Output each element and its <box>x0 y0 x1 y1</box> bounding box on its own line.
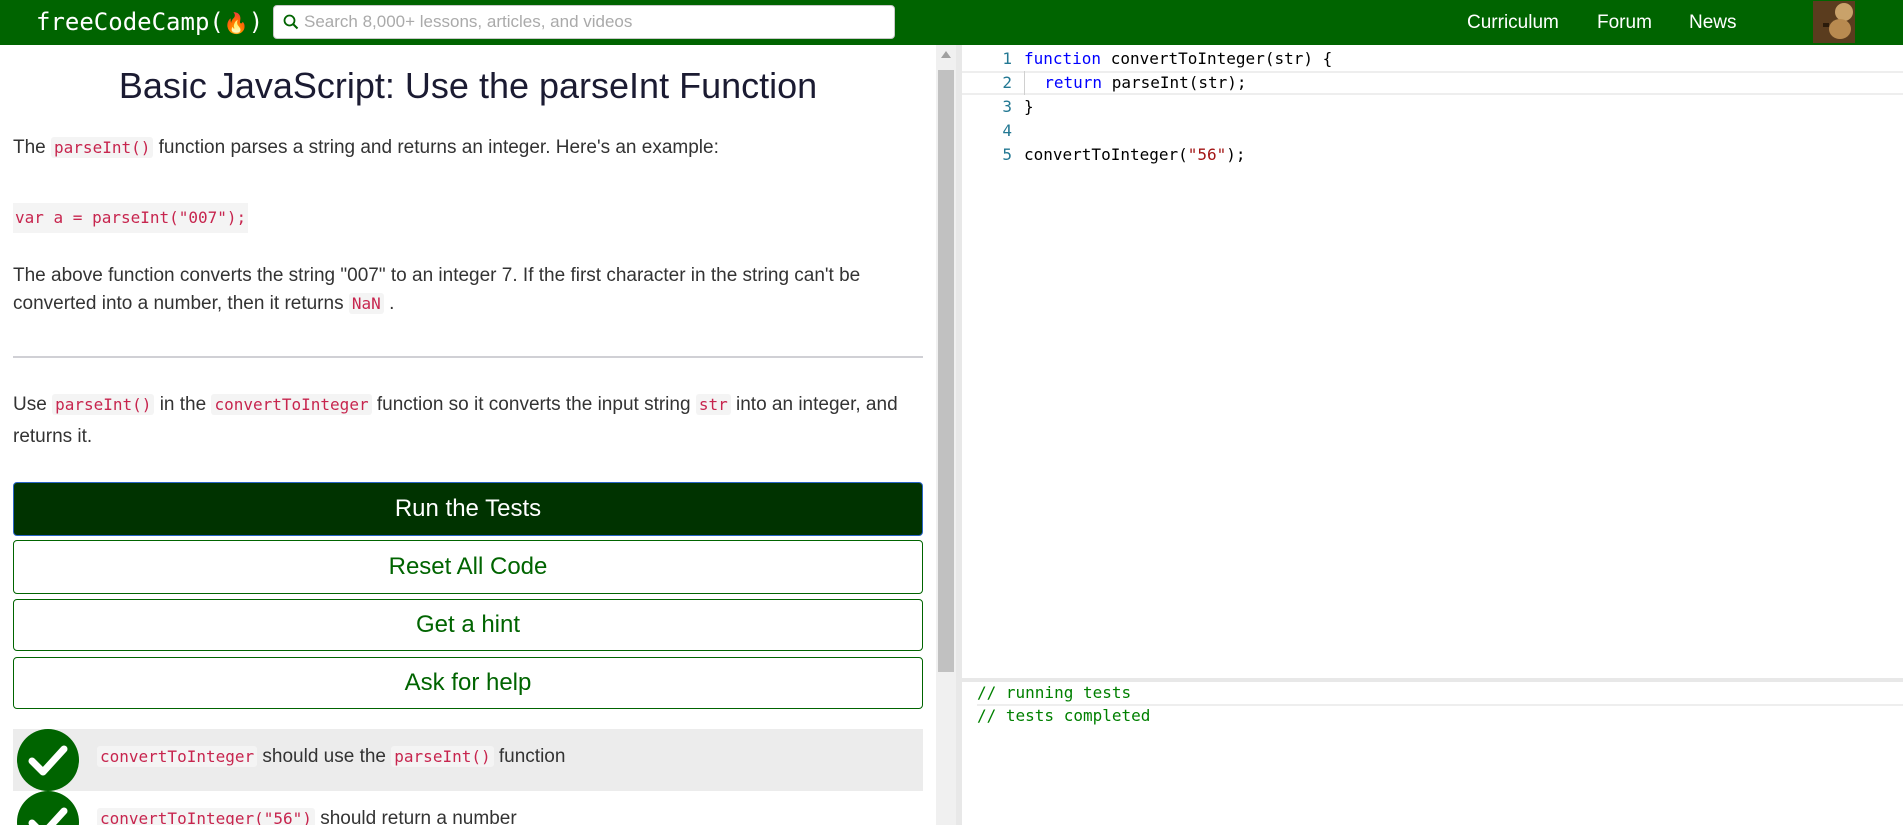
code: parseInt(str); <box>1102 73 1247 92</box>
text: Use <box>13 394 47 415</box>
inline-code: str <box>695 394 731 415</box>
test-description: convertToInteger should use the parseInt… <box>97 743 565 771</box>
string-literal: "56" <box>1187 145 1227 164</box>
instructions-pane: Basic JavaScript: Use the parseInt Funct… <box>0 45 936 825</box>
instructions-scrollbar[interactable] <box>936 45 956 825</box>
description-paragraph-1: The parseInt() function parses a string … <box>13 134 923 162</box>
search-input[interactable] <box>304 6 884 38</box>
code-text: } <box>1024 97 1034 116</box>
ask-help-button[interactable]: Ask for help <box>13 657 923 709</box>
top-navbar: freeCodeCamp(🔥) Curriculum Forum News <box>0 0 1903 45</box>
code: convertToInteger( <box>1024 145 1188 164</box>
avatar-shape <box>1823 23 1829 27</box>
test-output-console: // running tests // tests completed <box>962 682 1903 825</box>
check-icon <box>17 729 79 791</box>
user-avatar[interactable] <box>1813 1 1855 43</box>
search-icon <box>283 14 299 30</box>
inline-code: parseInt() <box>391 746 494 767</box>
inline-code: convertToInteger <box>211 394 372 415</box>
nav-link-news[interactable]: News <box>1689 0 1737 45</box>
inline-code: parseInt() <box>52 394 155 415</box>
logo-text: freeCodeCamp( <box>36 8 224 36</box>
nav-link-forum[interactable]: Forum <box>1597 0 1652 45</box>
editor-line: 5 convertToInteger("56"); <box>962 143 1903 167</box>
editor-line: 1 function convertToInteger(str) { <box>962 47 1903 71</box>
get-hint-button[interactable]: Get a hint <box>13 599 923 651</box>
test-result-item: convertToInteger("56") should return a n… <box>13 791 923 825</box>
text: function parses a string and returns an … <box>158 137 719 158</box>
text: The <box>13 137 46 158</box>
line-number: 4 <box>1002 121 1012 140</box>
inline-code: NaN <box>348 293 384 314</box>
text: function so it converts the input string <box>376 394 691 415</box>
instructions-paragraph: Use parseInt() in the convertToInteger f… <box>13 389 923 453</box>
freecodecamp-logo[interactable]: freeCodeCamp(🔥) <box>36 6 263 38</box>
avatar-shape <box>1829 19 1851 39</box>
scrollbar-thumb[interactable] <box>938 70 954 672</box>
scroll-up-arrow-icon[interactable] <box>941 51 951 58</box>
editor-line-active: 2 return parseInt(str); <box>962 71 1903 95</box>
inline-code: convertToInteger("56") <box>97 808 315 825</box>
inline-code: parseInt() <box>51 137 154 158</box>
line-number: 1 <box>1002 49 1012 68</box>
text: in the <box>159 394 207 415</box>
keyword: function <box>1024 49 1102 68</box>
console-line: // tests completed <box>977 706 1151 725</box>
console-line: // running tests <box>977 682 1903 706</box>
example-code-block: var a = parseInt("007"); <box>13 203 249 233</box>
code-text: function convertToInteger(str) { <box>1024 47 1332 71</box>
description-paragraph-2: The above function converts the string "… <box>13 262 923 318</box>
code-editor[interactable]: 1 function convertToInteger(str) { 2 ret… <box>962 45 1903 678</box>
editor-line: 3 } <box>962 95 1903 119</box>
text: The above function converts the string "… <box>13 265 861 314</box>
text: function <box>498 746 566 767</box>
line-number: 2 <box>1002 73 1012 92</box>
test-description: convertToInteger("56") should return a n… <box>97 805 517 825</box>
flame-icon: 🔥 <box>223 11 249 35</box>
line-number: 3 <box>1002 97 1012 116</box>
inline-code: convertToInteger <box>97 746 258 767</box>
editor-line: 4 <box>962 119 1903 143</box>
code: ); <box>1226 145 1246 164</box>
code-text: return parseInt(str); <box>1024 71 1247 95</box>
search-bar <box>273 5 895 39</box>
check-icon <box>17 791 79 825</box>
text: should use the <box>262 746 386 767</box>
logo-text-close: ) <box>248 8 264 36</box>
reset-code-button[interactable]: Reset All Code <box>13 540 923 594</box>
test-result-item: convertToInteger should use the parseInt… <box>13 729 923 791</box>
line-number: 5 <box>1002 145 1012 164</box>
keyword: return <box>1044 73 1103 92</box>
section-divider <box>13 356 923 358</box>
run-tests-button[interactable]: Run the Tests <box>13 482 923 536</box>
nav-link-curriculum[interactable]: Curriculum <box>1467 0 1559 45</box>
text: should return a number <box>320 808 517 825</box>
code: convertToInteger(str) { <box>1101 49 1333 68</box>
page-title: Basic JavaScript: Use the parseInt Funct… <box>118 65 818 106</box>
text: . <box>389 293 395 314</box>
code-text: convertToInteger("56"); <box>1024 143 1246 167</box>
